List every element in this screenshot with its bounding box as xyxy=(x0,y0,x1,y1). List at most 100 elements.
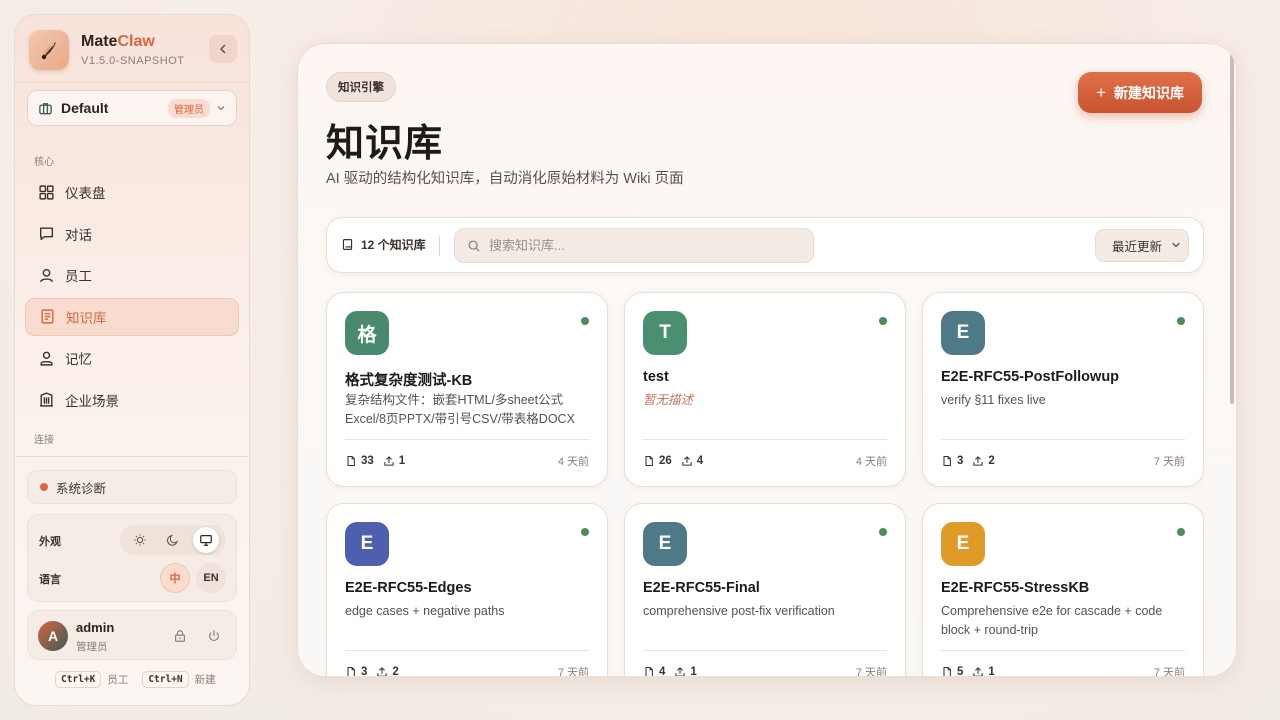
kb-description: 暂无描述 xyxy=(643,393,694,407)
document-icon xyxy=(941,666,953,676)
user-name: admin xyxy=(76,620,115,635)
kb-avatar: E xyxy=(643,522,687,566)
kb-title: E2E-RFC55-Edges xyxy=(345,580,472,596)
kb-count: 12 个知识库 xyxy=(341,236,426,253)
updated-time: 7 天前 xyxy=(1153,667,1185,677)
divider xyxy=(15,456,249,457)
sort-select[interactable]: 最近更新 xyxy=(1095,229,1189,262)
app-version: V1.5.0-SNAPSHOT xyxy=(81,55,185,67)
sidebar-item-memory[interactable]: 记忆 xyxy=(25,339,239,377)
upload-icon xyxy=(972,455,984,467)
kb-description: comprehensive post-fix verification xyxy=(643,604,835,618)
plus-icon: + xyxy=(1096,82,1106,102)
knowledge-base-card[interactable]: E E2E-RFC55-Edges edge cases + negative … xyxy=(326,503,608,676)
chevron-down-icon xyxy=(1170,239,1182,251)
upload-icon xyxy=(674,666,686,676)
sidebar-item-label: 企业场景 xyxy=(65,393,119,409)
updated-time: 7 天前 xyxy=(1153,456,1185,468)
divider xyxy=(941,650,1185,651)
upload-icon xyxy=(376,666,388,676)
kb-description: 复杂结构文件：嵌套HTML/多sheet公式Excel/8页PPTX/带引号CS… xyxy=(345,393,575,426)
collapse-sidebar-button[interactable] xyxy=(209,35,237,63)
search-icon xyxy=(468,240,480,251)
shortcut-key: Ctrl+K xyxy=(55,671,102,688)
sidebar-item-chat[interactable]: 对话 xyxy=(25,215,239,253)
new-button-label: 新建知识库 xyxy=(1114,84,1184,101)
toolbar: 12 个知识库 最近更新 xyxy=(326,217,1204,273)
lock-icon xyxy=(175,630,185,642)
dashboard-icon xyxy=(37,183,55,201)
kb-count-label: 12 个知识库 xyxy=(361,238,426,252)
lang-en-button[interactable]: EN xyxy=(196,563,226,593)
workspace-selector[interactable]: Default 管理员 xyxy=(27,90,237,126)
upload-count: 1 xyxy=(972,666,995,676)
section-chip: 知识引擎 xyxy=(326,72,396,102)
theme-system-button[interactable] xyxy=(192,527,219,553)
user-panel: A admin 管理员 xyxy=(27,610,237,660)
sidebar-item-knowledge[interactable]: 知识库 xyxy=(25,297,239,336)
logout-button[interactable] xyxy=(204,626,224,646)
lock-button[interactable] xyxy=(170,626,190,646)
status-dot xyxy=(879,528,887,536)
sidebar-item-employees[interactable]: 员工 xyxy=(25,256,239,294)
main-panel: 知识引擎 知识库 AI 驱动的结构化知识库，自动消化原始材料为 Wiki 页面 … xyxy=(297,43,1237,677)
knowledge-base-card[interactable]: E E2E-RFC55-Final comprehensive post-fix… xyxy=(624,503,906,676)
knowledge-base-card[interactable]: E E2E-RFC55-StressKB Comprehensive e2e f… xyxy=(922,503,1204,677)
divider xyxy=(941,439,1185,440)
sidebar-item-label: 员工 xyxy=(65,269,92,284)
theme-light-button[interactable] xyxy=(127,527,153,553)
sort-label: 最近更新 xyxy=(1112,240,1163,254)
system-diagnostics-button[interactable]: 系统诊断 xyxy=(27,470,237,504)
knowledge-base-card[interactable]: 格 格式复杂度测试-KB 复杂结构文件：嵌套HTML/多sheet公式Excel… xyxy=(326,292,608,487)
sidebar-item-enterprise[interactable]: 企业场景 xyxy=(25,381,239,419)
kb-title: 格式复杂度测试-KB xyxy=(345,373,473,389)
knowledge-base-card[interactable]: T test 暂无描述 26 4 4 天前 xyxy=(624,292,906,487)
scrollbar[interactable] xyxy=(1230,54,1234,404)
document-icon xyxy=(345,666,357,676)
chevron-down-icon xyxy=(216,103,226,113)
kb-title: E2E-RFC55-Final xyxy=(643,580,760,596)
lang-zh-button[interactable]: 中 xyxy=(160,563,190,593)
doc-count: 5 xyxy=(941,666,963,676)
status-dot xyxy=(1177,317,1185,325)
doc-count: 4 xyxy=(643,666,665,676)
book-icon xyxy=(38,308,56,326)
language-switcher: 中 EN xyxy=(160,563,226,593)
upload-icon xyxy=(681,455,693,467)
app-logo-icon xyxy=(29,30,69,70)
new-knowledge-base-button[interactable]: + 新建知识库 xyxy=(1078,72,1202,113)
moon-icon xyxy=(166,534,178,546)
document-icon xyxy=(345,455,357,467)
upload-icon xyxy=(383,455,395,467)
knowledge-base-card[interactable]: E E2E-RFC55-PostFollowup verify §11 fixe… xyxy=(922,292,1204,487)
sidebar-item-dashboard[interactable]: 仪表盘 xyxy=(25,173,239,211)
status-dot xyxy=(581,317,589,325)
shortcut-label: 新建 xyxy=(194,674,216,686)
knowledge-base-grid: 格 格式复杂度测试-KB 复杂结构文件：嵌套HTML/多sheet公式Excel… xyxy=(326,292,1204,677)
theme-dark-button[interactable] xyxy=(160,527,186,553)
kb-description: edge cases + negative paths xyxy=(345,604,505,618)
shortcut-label: 员工 xyxy=(107,674,129,686)
sidebar-nav: 仪表盘 对话 员工 知识库 记忆 企业场景 xyxy=(25,173,239,422)
avatar[interactable]: A xyxy=(38,621,68,651)
upload-count: 2 xyxy=(972,455,995,467)
kb-title: test xyxy=(643,369,669,385)
sidebar-item-label: 对话 xyxy=(65,227,92,243)
theme-switcher xyxy=(120,525,226,555)
kb-stats: 3 2 7 天前 xyxy=(941,453,1185,469)
upload-count: 2 xyxy=(376,666,399,676)
sidebar-item-label: 仪表盘 xyxy=(65,186,106,201)
kb-description: verify §11 fixes live xyxy=(941,393,1046,407)
kb-avatar: 格 xyxy=(345,311,389,355)
document-icon xyxy=(941,455,953,467)
sidebar: MateClaw V1.5.0-SNAPSHOT Default 管理员 核心 … xyxy=(14,14,250,706)
diagnostics-status-dot xyxy=(40,483,48,491)
search-input[interactable] xyxy=(489,238,789,253)
document-icon xyxy=(643,666,655,676)
memory-icon xyxy=(37,349,55,367)
kb-avatar: T xyxy=(643,311,687,355)
upload-count: 4 xyxy=(681,455,703,467)
appearance-label: 外观 xyxy=(39,536,61,548)
page-title: 知识库 xyxy=(326,123,444,165)
user-icon xyxy=(37,266,55,284)
